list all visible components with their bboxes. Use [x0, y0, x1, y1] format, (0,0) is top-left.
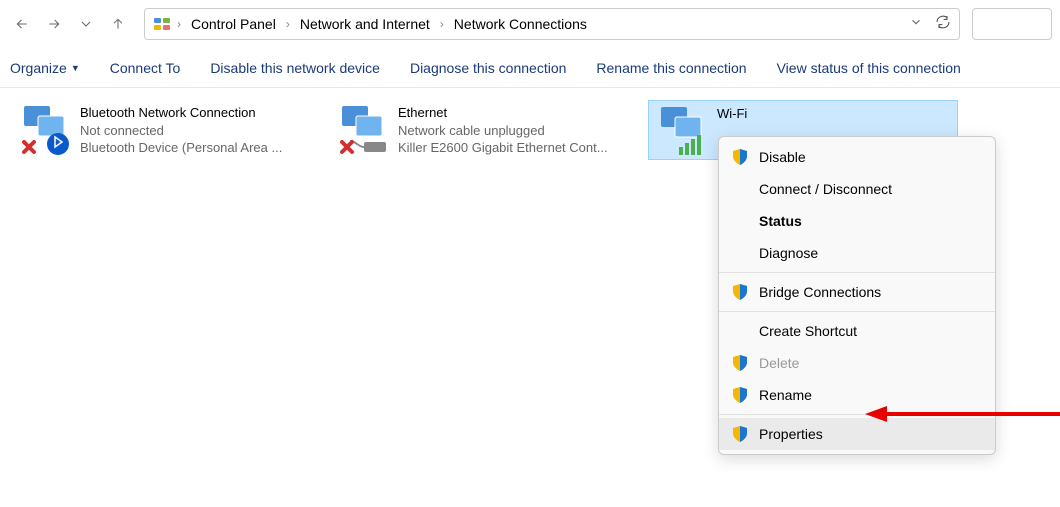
breadcrumb-network-connections[interactable]: Network Connections [450, 14, 591, 34]
address-dropdown[interactable] [909, 15, 923, 34]
connection-device: Killer E2600 Gigabit Ethernet Cont... [398, 139, 608, 157]
back-button[interactable] [8, 10, 36, 38]
ethernet-connection-icon [334, 104, 390, 156]
recent-dropdown[interactable] [72, 10, 100, 38]
disable-device-button[interactable]: Disable this network device [210, 60, 380, 76]
menu-bridge-connections[interactable]: Bridge Connections [719, 276, 995, 308]
shield-icon [731, 354, 749, 372]
menu-label: Rename [759, 387, 812, 403]
shield-icon [731, 386, 749, 404]
menu-connect-disconnect[interactable]: Connect / Disconnect [719, 173, 995, 205]
menu-label: Bridge Connections [759, 284, 881, 300]
menu-separator [719, 311, 995, 312]
menu-label: Create Shortcut [759, 323, 857, 339]
menu-separator [719, 272, 995, 273]
menu-label: Diagnose [759, 245, 818, 261]
menu-delete: Delete [719, 347, 995, 379]
menu-label: Disable [759, 149, 806, 165]
rename-connection-button[interactable]: Rename this connection [596, 60, 746, 76]
breadcrumb-control-panel[interactable]: Control Panel [187, 14, 280, 34]
menu-status[interactable]: Status [719, 205, 995, 237]
diagnose-connection-button[interactable]: Diagnose this connection [410, 60, 566, 76]
control-panel-icon [153, 15, 171, 33]
breadcrumb-network-internet[interactable]: Network and Internet [296, 14, 434, 34]
connection-item-ethernet[interactable]: Ethernet Network cable unplugged Killer … [330, 100, 648, 161]
organize-menu[interactable]: Organize ▼ [10, 60, 80, 76]
menu-label: Status [759, 213, 802, 229]
connection-name: Ethernet [398, 104, 608, 122]
menu-label: Connect / Disconnect [759, 181, 892, 197]
up-button[interactable] [104, 10, 132, 38]
shield-icon [731, 425, 749, 443]
search-input[interactable] [972, 8, 1052, 40]
navigation-bar: › Control Panel › Network and Internet ›… [0, 0, 1060, 48]
address-bar[interactable]: › Control Panel › Network and Internet ›… [144, 8, 960, 40]
connection-item-bluetooth[interactable]: Bluetooth Network Connection Not connect… [12, 100, 330, 161]
refresh-button[interactable] [935, 14, 951, 35]
bluetooth-connection-icon [16, 104, 72, 156]
shield-icon [731, 148, 749, 166]
view-status-button[interactable]: View status of this connection [777, 60, 961, 76]
shield-icon [731, 283, 749, 301]
forward-button[interactable] [40, 10, 68, 38]
chevron-right-icon: › [438, 17, 446, 31]
chevron-right-icon: › [284, 17, 292, 31]
menu-rename[interactable]: Rename [719, 379, 995, 411]
context-menu: Disable Connect / Disconnect Status Diag… [718, 136, 996, 455]
menu-properties[interactable]: Properties [719, 418, 995, 450]
organize-label: Organize [10, 60, 67, 76]
caret-down-icon: ▼ [71, 63, 80, 73]
command-toolbar: Organize ▼ Connect To Disable this netwo… [0, 48, 1060, 88]
menu-diagnose[interactable]: Diagnose [719, 237, 995, 269]
menu-separator [719, 414, 995, 415]
connection-status: Network cable unplugged [398, 122, 608, 140]
menu-label: Properties [759, 426, 823, 442]
connection-status: Not connected [80, 122, 282, 140]
wifi-connection-icon [653, 105, 709, 157]
menu-disable[interactable]: Disable [719, 141, 995, 173]
connection-device: Bluetooth Device (Personal Area ... [80, 139, 282, 157]
connection-name: Bluetooth Network Connection [80, 104, 282, 122]
connection-name: Wi-Fi [717, 105, 747, 123]
chevron-right-icon: › [175, 17, 183, 31]
menu-label: Delete [759, 355, 799, 371]
connect-to-button[interactable]: Connect To [110, 60, 181, 76]
menu-create-shortcut[interactable]: Create Shortcut [719, 315, 995, 347]
